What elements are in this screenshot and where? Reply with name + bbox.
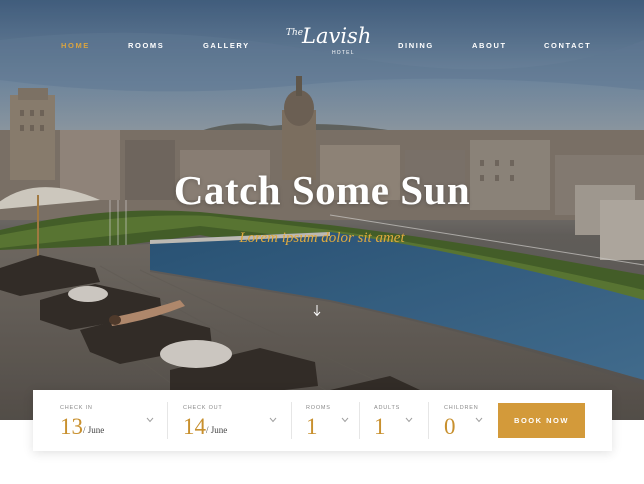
book-now-button[interactable]: BOOK NOW <box>498 403 585 438</box>
nav-item-contact[interactable]: CONTACT <box>544 41 591 50</box>
chevron-down-icon[interactable] <box>269 417 277 425</box>
children-field[interactable]: CHILDREN 0 <box>444 390 494 451</box>
check-in-label: CHECK IN <box>60 405 93 411</box>
arrow-down-icon[interactable] <box>311 305 323 319</box>
hero-title: Catch Some Sun <box>173 167 471 213</box>
nav-item-home[interactable]: HOME <box>61 41 90 50</box>
adults-value: 1 <box>374 414 386 439</box>
check-out-field[interactable]: CHECK OUT 14 / June <box>183 390 293 451</box>
logo-name-text: Lavish <box>302 24 372 48</box>
adults-field[interactable]: ADULTS 1 <box>374 390 434 451</box>
nav-item-about[interactable]: ABOUT <box>472 41 507 50</box>
logo-hotel-text: HOTEL <box>332 50 355 56</box>
check-in-day: 13 <box>60 414 83 439</box>
chevron-down-icon[interactable] <box>341 417 349 425</box>
check-out-label: CHECK OUT <box>183 405 223 411</box>
main-navigation: HOME ROOMS GALLERY The Lavish HOTEL DINI… <box>0 0 644 90</box>
children-value: 0 <box>444 414 456 439</box>
hotel-logo[interactable]: The Lavish HOTEL <box>282 22 371 68</box>
divider <box>291 402 292 439</box>
rooms-value: 1 <box>306 414 318 439</box>
booking-bar: CHECK IN 13 / June CHECK OUT 14 / June R… <box>33 390 612 451</box>
chevron-down-icon[interactable] <box>405 417 413 425</box>
logo-the-text: The <box>286 28 304 38</box>
check-in-month: / June <box>83 425 105 435</box>
divider <box>359 402 360 439</box>
children-label: CHILDREN <box>444 405 479 411</box>
hero-section: HOME ROOMS GALLERY The Lavish HOTEL DINI… <box>0 0 644 420</box>
rooms-label: ROOMS <box>306 405 331 411</box>
check-in-field[interactable]: CHECK IN 13 / June <box>60 390 170 451</box>
chevron-down-icon[interactable] <box>475 417 483 425</box>
nav-item-dining[interactable]: DINING <box>398 41 434 50</box>
divider <box>167 402 168 439</box>
check-out-month: / June <box>206 425 228 435</box>
adults-label: ADULTS <box>374 405 401 411</box>
chevron-down-icon[interactable] <box>146 417 154 425</box>
rooms-field[interactable]: ROOMS 1 <box>306 390 366 451</box>
nav-item-rooms[interactable]: ROOMS <box>128 41 164 50</box>
divider <box>428 402 429 439</box>
check-out-day: 14 <box>183 414 206 439</box>
hero-subtitle: Lorem ipsum dolor sit amet <box>239 230 405 246</box>
nav-item-gallery[interactable]: GALLERY <box>203 41 250 50</box>
